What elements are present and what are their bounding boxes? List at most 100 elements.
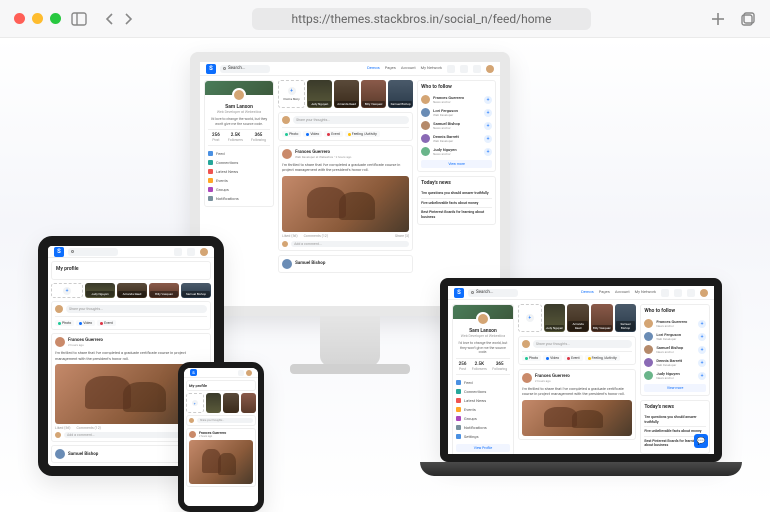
story-2[interactable]: Amanda Reed — [567, 304, 589, 332]
action-photo[interactable]: Photo — [522, 355, 541, 361]
close-window[interactable] — [14, 13, 25, 24]
follow-button[interactable]: + — [698, 346, 706, 354]
follow-button[interactable]: + — [484, 135, 492, 143]
post2-avatar[interactable] — [282, 259, 292, 269]
menu-feed[interactable]: Feed — [208, 149, 270, 158]
nav-demos[interactable]: Demos — [581, 289, 594, 297]
menu-events[interactable]: Events — [456, 405, 510, 414]
bell-icon[interactable] — [687, 289, 695, 297]
follow-button[interactable]: + — [484, 109, 492, 117]
nav-demos[interactable]: Demos — [367, 65, 380, 73]
action-photo[interactable]: Photo — [282, 131, 301, 137]
view-profile-link[interactable]: View Profile — [456, 444, 510, 452]
story-3[interactable]: Billy Vasquez — [361, 80, 386, 108]
story-2[interactable]: Amanda Reed — [117, 283, 147, 298]
post-comments[interactable]: Comments (12) — [304, 234, 328, 238]
maximize-window[interactable] — [50, 13, 61, 24]
nav-pages[interactable]: Pages — [385, 65, 396, 73]
add-story[interactable]: +Post a Story — [278, 80, 305, 108]
menu-notifications[interactable]: Notifications — [208, 194, 270, 203]
nav-pages[interactable]: Pages — [599, 289, 610, 297]
action-photo[interactable]: Photo — [55, 320, 74, 326]
nav-network[interactable]: My Network — [635, 289, 656, 297]
nav-account[interactable]: Account — [615, 289, 630, 297]
menu-news[interactable]: Latest News — [456, 396, 510, 405]
news-item[interactable]: Best Pinterest Boards for learning about… — [421, 208, 492, 221]
post-share[interactable]: Share (3) — [395, 234, 409, 238]
action-video[interactable]: Video — [543, 355, 562, 361]
comment-input[interactable]: Add a comment... — [291, 241, 409, 247]
menu-groups[interactable]: Groups — [208, 185, 270, 194]
action-video[interactable]: Video — [76, 320, 95, 326]
user-avatar[interactable] — [200, 248, 208, 256]
user-avatar[interactable] — [246, 370, 252, 376]
add-story[interactable]: + — [51, 283, 83, 298]
chat-icon[interactable] — [174, 248, 182, 256]
sidebar-toggle-icon[interactable] — [71, 12, 87, 26]
story-1[interactable] — [206, 393, 222, 413]
story-1[interactable]: Judy Nguyen — [307, 80, 332, 108]
composer-input[interactable]: Share your thoughts... — [66, 305, 207, 313]
user-avatar[interactable] — [700, 289, 708, 297]
nav-network[interactable]: My Network — [421, 65, 442, 73]
action-event[interactable]: Event — [97, 320, 116, 326]
news-item[interactable]: Ten questions you should answer truthful… — [421, 189, 492, 199]
story-1[interactable]: Judy Nguyen — [85, 283, 115, 298]
nav-account[interactable]: Account — [401, 65, 416, 73]
post-likes[interactable]: Liked (56) — [282, 234, 298, 238]
chat-icon[interactable] — [447, 65, 455, 73]
chat-fab[interactable]: 💬 — [694, 434, 708, 448]
story-4[interactable]: Samuel Bishop — [615, 304, 637, 332]
follow-button[interactable]: + — [484, 148, 492, 156]
menu-notifications[interactable]: Notifications — [456, 423, 510, 432]
profile-avatar[interactable] — [232, 88, 246, 102]
user-avatar[interactable] — [486, 65, 494, 73]
action-feeling[interactable]: Feeling /Activity — [585, 355, 620, 361]
post-image[interactable] — [282, 176, 409, 232]
story-4[interactable]: Samuel Bishop — [388, 80, 413, 108]
composer-input[interactable]: Share your thoughts... — [533, 340, 632, 348]
composer-input[interactable]: Share your thoughts... — [197, 418, 253, 423]
story-2[interactable]: Amanda Reed — [334, 80, 359, 108]
story-3[interactable]: Billy Vasquez — [149, 283, 179, 298]
menu-connections[interactable]: Connections — [456, 387, 510, 396]
story-3[interactable] — [241, 393, 257, 413]
add-story[interactable]: + — [518, 304, 542, 332]
post-image[interactable] — [189, 440, 253, 484]
follow-button[interactable]: + — [698, 359, 706, 367]
chat-icon[interactable] — [661, 289, 669, 297]
action-event[interactable]: Event — [564, 355, 583, 361]
app-logo[interactable]: S — [454, 288, 464, 298]
minimize-window[interactable] — [32, 13, 43, 24]
menu-feed[interactable]: Feed — [456, 378, 510, 387]
search-input[interactable] — [68, 248, 118, 256]
app-logo[interactable]: S — [206, 64, 216, 74]
story-4[interactable]: Samuel Bishop — [181, 283, 211, 298]
settings-icon[interactable] — [674, 289, 682, 297]
post2-author[interactable]: Samuel Bishop — [295, 261, 325, 266]
news-item[interactable]: Five unbelievable facts about money — [421, 199, 492, 209]
composer-input[interactable]: Share your thoughts... — [293, 116, 409, 124]
menu-news[interactable]: Latest News — [208, 167, 270, 176]
story-1[interactable]: Judy Nguyen — [544, 304, 566, 332]
search-input[interactable]: Search... — [468, 289, 518, 297]
forward-button[interactable] — [123, 12, 133, 26]
follow-button[interactable]: + — [698, 333, 706, 341]
post-image[interactable] — [522, 400, 632, 436]
news-item[interactable]: Ten questions you should answer truthful… — [644, 413, 706, 427]
story-2[interactable] — [223, 393, 239, 413]
follow-button[interactable]: + — [484, 96, 492, 104]
menu-groups[interactable]: Groups — [456, 414, 510, 423]
app-logo[interactable]: S — [190, 369, 197, 376]
back-button[interactable] — [105, 12, 115, 26]
action-feeling[interactable]: Feeling /Activity — [345, 131, 380, 137]
menu-settings[interactable]: Settings — [456, 432, 510, 441]
bell-icon[interactable] — [473, 65, 481, 73]
view-more-button[interactable]: View more — [644, 384, 706, 392]
url-field[interactable]: https://themes.stackbros.in/social_n/fee… — [252, 8, 592, 30]
story-3[interactable]: Billy Vasquez — [591, 304, 613, 332]
tabs-icon[interactable] — [740, 11, 756, 27]
follow-button[interactable]: + — [698, 320, 706, 328]
menu-icon[interactable] — [238, 370, 244, 376]
follow-button[interactable]: + — [484, 122, 492, 130]
